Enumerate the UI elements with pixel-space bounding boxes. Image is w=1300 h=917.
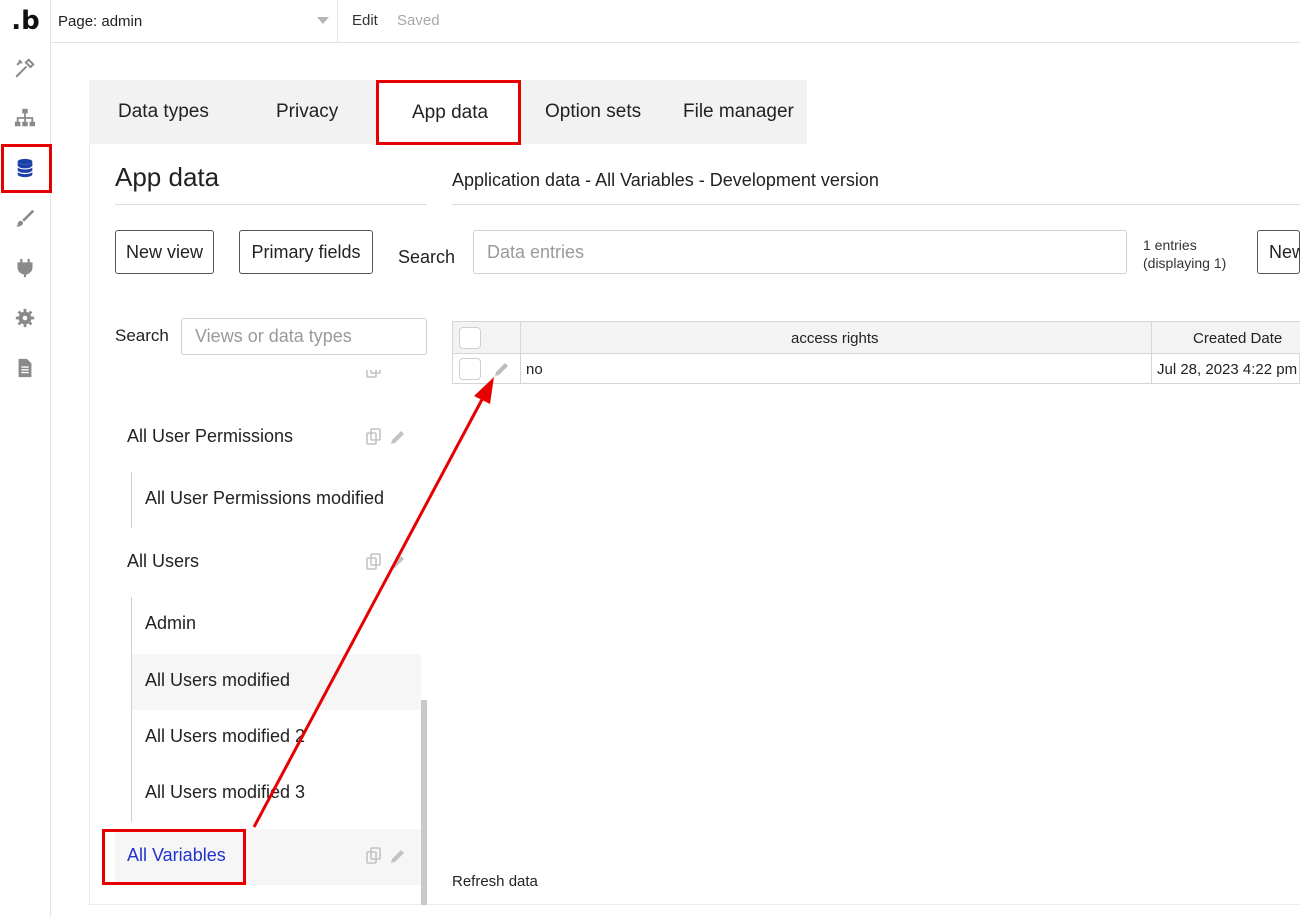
design-icon[interactable] — [12, 55, 38, 81]
pencil-icon — [391, 556, 404, 569]
new-entry-label: New — [1269, 241, 1300, 262]
chevron-down-icon — [317, 17, 329, 24]
tab-file-manager[interactable]: File manager — [683, 80, 794, 144]
divider — [115, 204, 427, 205]
tab-app-data-label: App data — [412, 101, 489, 123]
view-item-all-user-permissions-modified[interactable]: All User Permissions modified — [145, 488, 384, 509]
entries-search-input[interactable]: Data entries — [473, 230, 1127, 274]
view-item-all-users-modified-3[interactable]: All Users modified 3 — [145, 782, 305, 803]
view-item-all-user-permissions[interactable]: All User Permissions — [127, 426, 293, 447]
page-selector[interactable]: Page: admin — [51, 0, 338, 42]
row-checkbox[interactable] — [459, 358, 481, 380]
divider — [452, 204, 1300, 205]
workflow-icon[interactable] — [12, 105, 38, 131]
tab-app-data[interactable]: App data — [376, 80, 521, 145]
refresh-data-link[interactable]: Refresh data — [452, 873, 538, 890]
tree-line — [131, 472, 132, 528]
tab-data-types[interactable]: Data types — [118, 80, 209, 144]
view-item-admin[interactable]: Admin — [145, 613, 196, 634]
copy-icon — [366, 370, 381, 378]
tab-option-sets[interactable]: Option sets — [545, 80, 641, 144]
edit-pencil-icon[interactable] — [492, 359, 512, 379]
primary-fields-button[interactable]: Primary fields — [239, 230, 373, 274]
view-item-all-users[interactable]: All Users — [127, 551, 199, 572]
entries-count: 1 entries (displaying 1) — [1143, 236, 1226, 272]
plug-icon[interactable] — [12, 255, 38, 281]
copy-icon — [366, 847, 381, 864]
column-divider — [520, 322, 521, 383]
page-selector-label: Page: admin — [58, 12, 143, 30]
views-scrollbar[interactable] — [421, 700, 427, 905]
gear-icon[interactable] — [12, 305, 38, 331]
column-header-access-rights[interactable]: access rights — [791, 330, 879, 347]
save-status: Saved — [397, 12, 440, 29]
copy-icon — [366, 428, 381, 445]
cell-access-rights: no — [526, 361, 543, 378]
cell-created-date: Jul 28, 2023 4:22 pm — [1157, 361, 1298, 378]
tab-privacy[interactable]: Privacy — [276, 80, 338, 144]
row-actions-partial — [364, 370, 384, 384]
edit-menu[interactable]: Edit — [352, 12, 378, 29]
copy-icon — [366, 553, 381, 570]
annotation-highlight-all-variables — [102, 829, 246, 885]
column-header-created-date[interactable]: Created Date — [1193, 330, 1282, 347]
brush-icon[interactable] — [12, 205, 38, 231]
entries-search-label: Search — [398, 247, 456, 267]
views-search-input[interactable]: Views or data types — [181, 318, 427, 355]
view-item-all-users-modified[interactable]: All Users modified — [145, 670, 290, 691]
new-entry-button[interactable]: New — [1257, 230, 1300, 274]
new-view-button[interactable]: New view — [115, 230, 214, 274]
data-table: access rights Created Date no Jul 28, 20… — [452, 321, 1300, 384]
entries-displaying-line: (displaying 1) — [1143, 255, 1227, 271]
row-actions — [364, 552, 408, 572]
top-bar: Page: admin Edit Saved — [51, 0, 1300, 43]
data-view-title: Application data - All Variables - Devel… — [452, 170, 879, 190]
bubble-logo[interactable]: .b — [0, 0, 51, 42]
views-search-label: Search — [115, 326, 169, 345]
row-actions — [364, 427, 408, 447]
page-title: App data — [115, 162, 220, 192]
annotation-highlight-data-icon — [1, 144, 52, 193]
view-item-all-users-modified-2[interactable]: All Users modified 2 — [145, 726, 305, 747]
left-rail: .b — [0, 0, 51, 917]
pencil-icon — [391, 850, 404, 863]
document-icon[interactable] — [12, 355, 38, 381]
entries-count-line: 1 entries — [1143, 237, 1197, 253]
row-actions — [364, 846, 408, 866]
select-all-checkbox[interactable] — [459, 327, 481, 349]
pencil-icon — [391, 431, 404, 444]
column-divider — [1151, 322, 1152, 383]
